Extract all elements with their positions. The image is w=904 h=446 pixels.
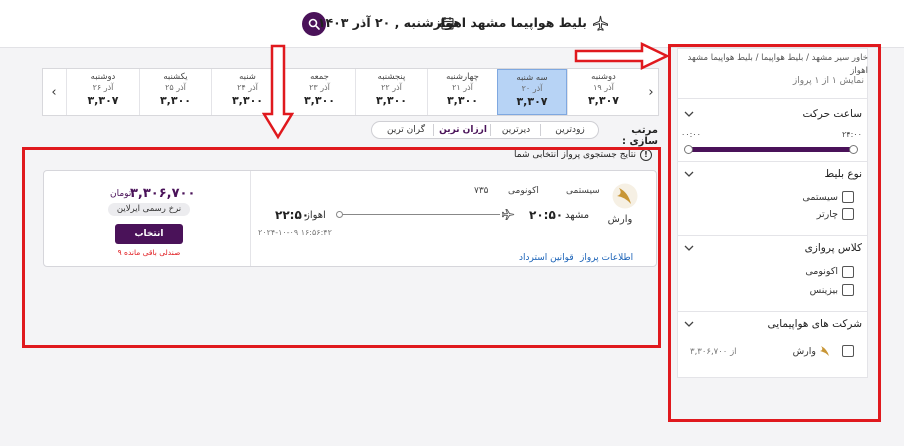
date-cell-date: ۲۱ آذر: [452, 83, 473, 92]
annotation-arrow-right: [574, 42, 670, 70]
divider: [490, 124, 491, 136]
date-cell-date: ۱۹ آذر: [593, 83, 614, 92]
date-cell-price: ۳,۳۰۰: [303, 94, 336, 107]
sort-cheapest[interactable]: ارزان ترین: [437, 125, 489, 135]
date-cell-date: ۲۶ آذر: [92, 83, 114, 92]
chevron-left-icon: ‹: [51, 84, 57, 100]
date-cell[interactable]: دوشنبه ۱۹ آذر ۳,۳۰۷: [567, 69, 639, 115]
sort-label: مرتب سازی :: [622, 125, 658, 147]
airplane-icon: [593, 15, 608, 31]
sort-earliest[interactable]: زودترین: [546, 125, 594, 135]
date-cell[interactable]: یکشنبه ۲۵ آذر ۳,۳۰۰: [139, 69, 211, 115]
date-cell-day: جمعه: [310, 72, 329, 82]
date-cell-day: یکشنبه: [163, 72, 188, 82]
divider: [540, 124, 541, 136]
chevron-right-icon: ›: [648, 84, 654, 100]
date-cell-date: ۲۳ آذر: [309, 83, 330, 92]
annotation-box-results: [22, 147, 661, 348]
date-cell-price: ۳,۳۰۷: [87, 94, 119, 107]
date-prev-button[interactable]: ‹: [43, 70, 65, 114]
date-cell-price: ۳,۳۰۷: [516, 95, 548, 108]
date-next-button[interactable]: ›: [640, 70, 662, 114]
date-cell-day: چهارشنبه: [446, 72, 479, 82]
divider: [433, 124, 434, 136]
date-cell[interactable]: دوشنبه ۲۶ آذر ۳,۳۰۷: [66, 69, 139, 115]
date-cell-date: ۲۵ آذر: [165, 83, 186, 92]
date-cell[interactable]: چهارشنبه ۲۱ آذر ۳,۳۰۰: [427, 69, 497, 115]
header-title: بلیط هواپیما مشهد اهواز: [433, 15, 587, 30]
sort-most-expensive[interactable]: گران ترین: [380, 125, 432, 135]
date-cell-day: دوشنبه: [90, 72, 116, 82]
date-cell-day: سه شنبه: [516, 73, 548, 83]
date-cell-day: پنجشنبه: [377, 72, 406, 82]
date-cell-price: ۳,۳۰۰: [375, 94, 408, 107]
date-cell-price: ۳,۳۰۰: [446, 94, 479, 107]
sort-latest[interactable]: دیرترین: [493, 125, 539, 135]
date-cell-date: ۲۰ آذر: [521, 84, 543, 93]
date-cell-day: دوشنبه: [591, 72, 616, 82]
date-cell-price: ۳,۳۰۰: [159, 94, 192, 107]
date-cell-price: ۳,۳۰۷: [587, 94, 620, 107]
annotation-box-sidebar: [668, 44, 881, 422]
date-cell-date: ۲۲ آذر: [381, 83, 402, 92]
date-cell-selected[interactable]: سه شنبه ۲۰ آذر ۳,۳۰۷: [497, 69, 567, 115]
annotation-arrow-down: [262, 44, 294, 140]
date-cell[interactable]: پنجشنبه ۲۲ آذر ۳,۳۰۰: [355, 69, 427, 115]
